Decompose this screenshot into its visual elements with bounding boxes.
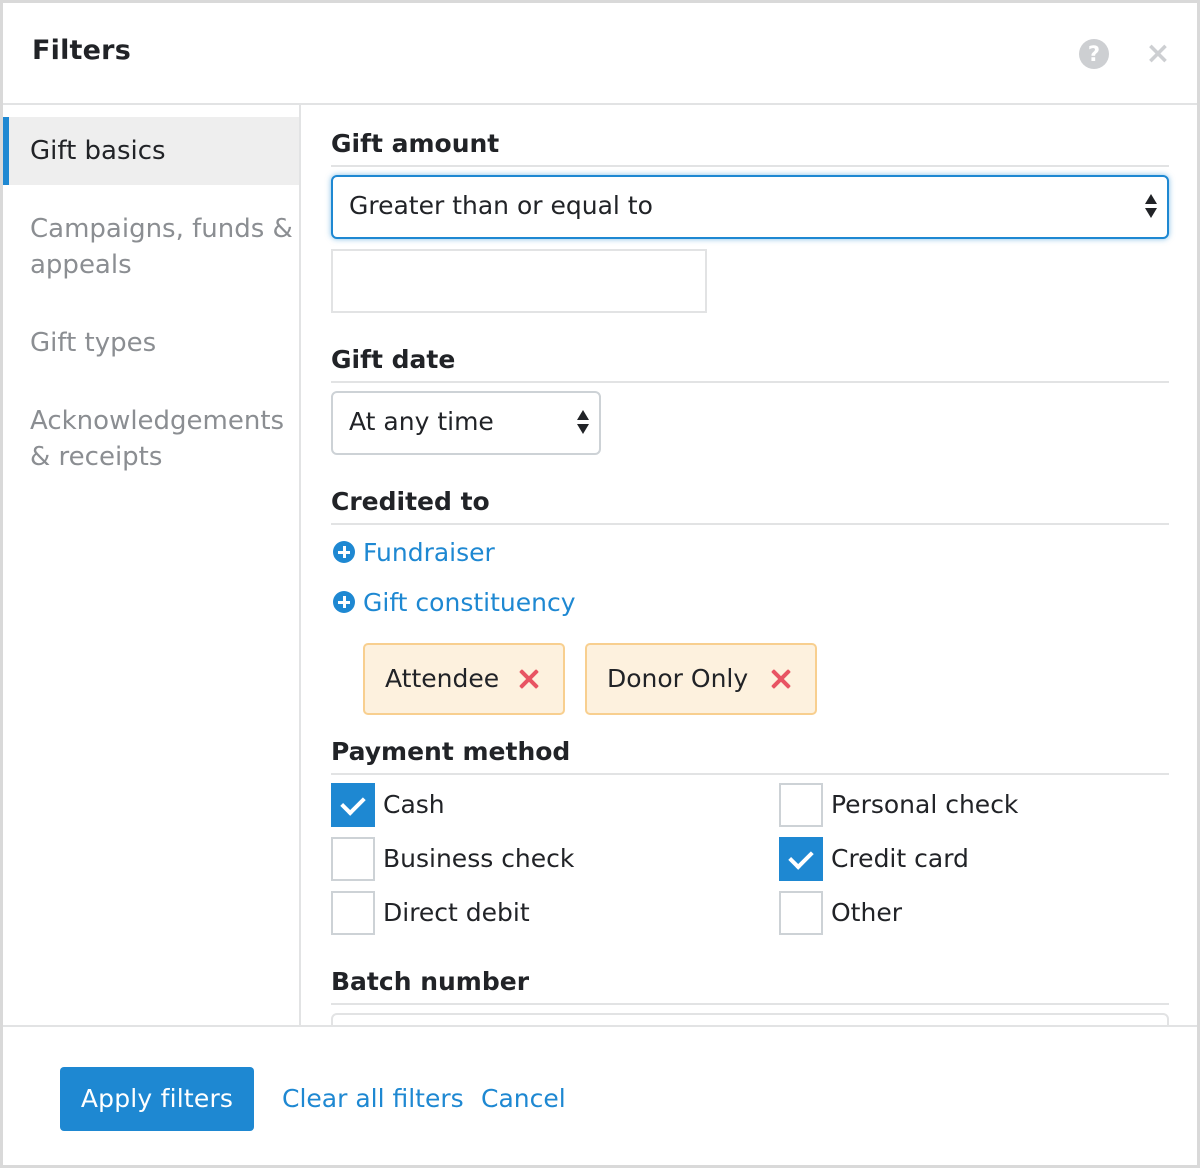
filters-modal: Filters ? × Gift basics Campaigns, funds…: [0, 0, 1200, 1168]
checkbox-label: Personal check: [831, 790, 1019, 819]
sidebar-item-gift-types[interactable]: Gift types: [3, 325, 299, 361]
link-label: Gift constituency: [363, 588, 576, 617]
section-title-batch-number: Batch number: [331, 967, 1169, 1005]
tag-label: Attendee: [385, 664, 500, 693]
cancel-link[interactable]: Cancel: [481, 1067, 566, 1131]
checkbox-checked[interactable]: [331, 783, 375, 827]
modal-title: Filters: [32, 35, 131, 66]
select-value: At any time: [349, 407, 494, 436]
section-title-gift-amount: Gift amount: [331, 129, 1169, 167]
constituency-tag-donor-only: Donor Only: [585, 643, 817, 715]
sidebar-item-label: Acknowledgements & receipts: [30, 406, 285, 472]
close-icon[interactable]: ×: [1145, 37, 1171, 71]
batch-number-input[interactable]: [331, 1013, 1169, 1025]
select-value: Greater than or equal to: [349, 191, 653, 220]
gift-date-select[interactable]: At any time: [331, 391, 601, 455]
checkbox[interactable]: [779, 891, 823, 935]
remove-icon[interactable]: [771, 669, 791, 689]
checkbox-label: Direct debit: [383, 898, 530, 927]
plus-circle-icon: [333, 591, 355, 613]
section-title-credited-to: Credited to: [331, 487, 1169, 525]
checkbox[interactable]: [331, 837, 375, 881]
select-arrows-icon: [1145, 194, 1157, 220]
add-fundraiser-link[interactable]: Fundraiser: [333, 536, 495, 570]
filter-category-sidebar: Gift basics Campaigns, funds & appeals G…: [3, 105, 301, 1025]
sidebar-item-acknowledgements-receipts[interactable]: Acknowledgements & receipts: [3, 403, 293, 475]
checkbox-label: Other: [831, 898, 902, 927]
sidebar-item-campaigns-funds-appeals[interactable]: Campaigns, funds & appeals: [3, 211, 293, 283]
sidebar-item-label: Gift types: [30, 328, 157, 358]
select-arrows-icon: [577, 410, 589, 436]
modal-footer: Apply filters Clear all filters Cancel: [3, 1025, 1197, 1165]
section-title-gift-date: Gift date: [331, 345, 1169, 383]
help-icon[interactable]: ?: [1079, 39, 1109, 69]
filter-content: Gift amount Greater than or equal to Gif…: [301, 105, 1197, 1025]
checkbox-label: Cash: [383, 790, 445, 819]
sidebar-item-label: Gift basics: [30, 136, 166, 166]
plus-circle-icon: [333, 541, 355, 563]
link-label: Fundraiser: [363, 538, 495, 567]
gift-amount-operator-select[interactable]: Greater than or equal to: [331, 175, 1169, 239]
modal-header: Filters ? ×: [3, 3, 1197, 105]
remove-icon[interactable]: [519, 669, 539, 689]
add-gift-constituency-link[interactable]: Gift constituency: [333, 586, 576, 620]
section-title-payment-method: Payment method: [331, 737, 1169, 775]
sidebar-item-gift-basics[interactable]: Gift basics: [3, 117, 299, 185]
clear-all-filters-link[interactable]: Clear all filters: [282, 1067, 464, 1131]
apply-filters-button[interactable]: Apply filters: [60, 1067, 254, 1131]
checkbox-checked[interactable]: [779, 837, 823, 881]
constituency-tag-attendee: Attendee: [363, 643, 565, 715]
gift-amount-input[interactable]: [331, 249, 707, 313]
sidebar-item-label: Campaigns, funds & appeals: [30, 214, 293, 280]
tag-label: Donor Only: [607, 664, 749, 693]
checkbox[interactable]: [779, 783, 823, 827]
checkbox[interactable]: [331, 891, 375, 935]
checkbox-label: Credit card: [831, 844, 969, 873]
checkbox-label: Business check: [383, 844, 575, 873]
